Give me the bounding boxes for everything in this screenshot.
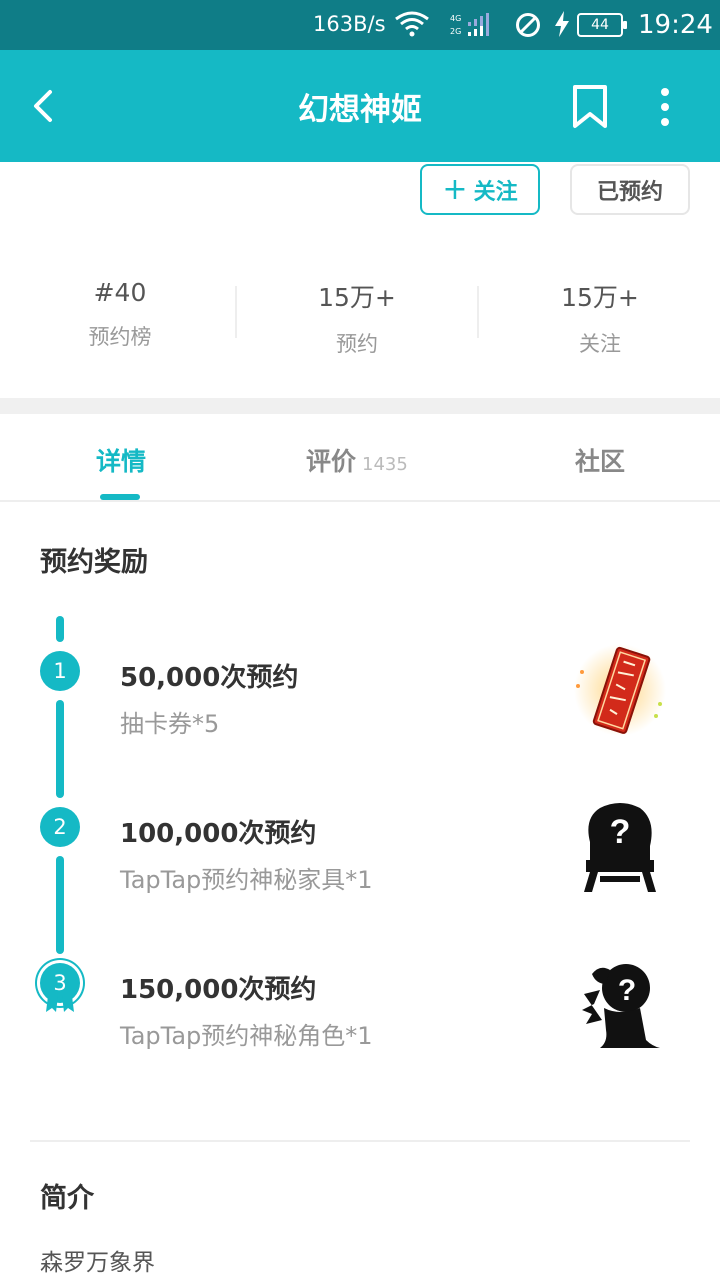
battery-level: 44	[591, 17, 609, 33]
timeline-line	[56, 856, 64, 954]
follow-button[interactable]: + 关注	[420, 164, 540, 215]
tab-label: 社区	[575, 447, 626, 476]
rewards-title: 预约奖励	[40, 547, 148, 578]
step-badge: 2	[40, 807, 80, 847]
reserved-button[interactable]: 已预约	[570, 164, 690, 215]
reserved-button-label: 已预约	[596, 179, 663, 205]
signal-icon	[468, 13, 489, 36]
reward-description: TapTap预约神秘角色*1	[120, 1022, 373, 1050]
review-count: 1435	[362, 454, 408, 475]
stat-followers: 15万+ 关注	[480, 278, 720, 358]
charging-icon	[555, 11, 569, 37]
tab-bar: 详情 评价 1435 社区	[0, 414, 720, 502]
gacha-ticket-icon	[574, 644, 666, 736]
intro-title: 简介	[40, 1183, 94, 1214]
timeline-line	[56, 700, 64, 798]
reward-title: 100,000次预约	[120, 819, 317, 849]
stat-value: 15万+	[561, 283, 639, 312]
stat-value: #40	[93, 278, 147, 307]
mystery-character-icon: ?	[582, 964, 660, 1048]
stat-value: 15万+	[318, 283, 396, 312]
svg-text:?: ?	[618, 974, 636, 1007]
reward-title: 50,000次预约	[120, 663, 299, 693]
tab-indicator	[100, 494, 140, 500]
status-bar: 163B/s 4G 2G 44 19:24	[0, 0, 720, 50]
step-badge: 1	[40, 651, 80, 691]
reward-title: 150,000次预约	[120, 975, 317, 1005]
timeline-line	[56, 616, 64, 642]
tab-community[interactable]: 社区	[575, 442, 625, 478]
svg-text:?: ?	[610, 813, 631, 851]
section-gap	[0, 398, 720, 414]
stat-rank: #40 预约榜	[0, 278, 240, 351]
tab-label: 评价	[306, 447, 357, 476]
more-vertical-icon[interactable]	[650, 84, 680, 130]
section-divider	[30, 1140, 690, 1142]
page-title: 幻想神姬	[298, 92, 422, 128]
network-speed: 163B/s	[313, 12, 386, 36]
follow-button-label: 关注	[473, 179, 518, 205]
stat-label: 关注	[579, 332, 621, 356]
reward-description: 抽卡券*5	[120, 710, 220, 738]
stat-divider	[477, 286, 479, 338]
tab-label: 详情	[96, 447, 147, 476]
reward-description: TapTap预约神秘家具*1	[120, 866, 373, 894]
clock: 19:24	[638, 10, 713, 40]
tab-reviews[interactable]: 评价 1435	[306, 442, 408, 478]
do-not-disturb-icon	[516, 13, 540, 37]
plus-icon: +	[442, 171, 468, 207]
app-bar: 幻想神姬	[0, 50, 720, 162]
wifi-icon	[395, 11, 429, 37]
battery-icon: 44	[577, 13, 627, 37]
stat-reservations: 15万+ 预约	[237, 278, 477, 358]
mystery-furniture-icon: ?	[584, 803, 656, 892]
stat-label: 预约榜	[88, 325, 152, 349]
bookmark-icon[interactable]	[570, 84, 610, 130]
intro-text: 森罗万象界	[40, 1250, 155, 1276]
stat-label: 预约	[336, 332, 378, 356]
tab-details[interactable]: 详情	[96, 442, 146, 478]
ribbon-icon	[46, 996, 74, 1012]
